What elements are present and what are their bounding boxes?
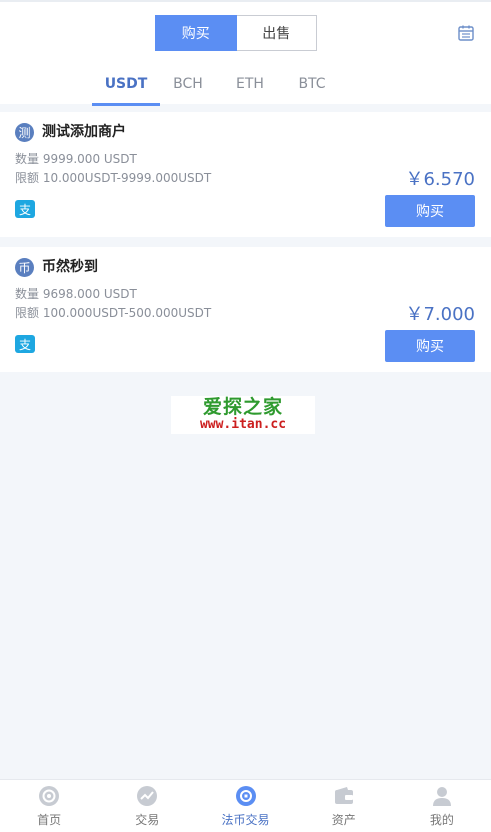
- coin-tabs: USDT BCH ETH BTC: [92, 67, 340, 106]
- tab-eth[interactable]: ETH: [216, 67, 284, 106]
- offer-card: 币 币然秒到 数量 9698.000 USDT 限额 100.000USDT-5…: [0, 247, 491, 372]
- home-icon: [39, 786, 60, 806]
- offer-quantity: 数量 9999.000 USDT: [15, 152, 137, 166]
- nav-trade[interactable]: 交易: [98, 780, 196, 832]
- merchant-name: 测试添加商户: [42, 124, 126, 140]
- nav-home[interactable]: 首页: [0, 780, 98, 832]
- offer-limit: 限额 10.000USDT-9999.000USDT: [15, 171, 212, 185]
- nav-fiat[interactable]: 法币交易: [196, 780, 294, 832]
- tab-btc[interactable]: BTC: [278, 67, 346, 106]
- nav-assets[interactable]: 资产: [295, 780, 393, 832]
- alipay-icon: 支: [15, 200, 35, 218]
- alipay-icon: 支: [15, 335, 35, 353]
- watermark-title: 爱探之家: [202, 396, 283, 418]
- merchant-name: 币然秒到: [42, 259, 98, 275]
- calendar-icon[interactable]: [457, 24, 475, 42]
- offer-card: 测 测试添加商户 数量 9999.000 USDT 限额 10.000USDT-…: [0, 112, 491, 237]
- merchant-avatar-icon: 测: [15, 123, 34, 142]
- bottom-nav: 首页 交易 法币交易 资产 我的: [0, 779, 491, 832]
- buy-sell-toggle: 购买 出售: [155, 15, 317, 51]
- watermark-logo: 爱探之家 www.itan.cc: [171, 396, 315, 434]
- trend-icon: [137, 786, 158, 806]
- nav-label: 资产: [331, 813, 356, 827]
- buy-button[interactable]: 购买: [385, 195, 475, 227]
- offer-quantity: 数量 9698.000 USDT: [15, 287, 137, 301]
- offer-price: ￥7.000: [405, 304, 475, 325]
- sell-tab[interactable]: 出售: [236, 15, 317, 51]
- nav-label: 交易: [135, 813, 160, 827]
- buy-tab[interactable]: 购买: [155, 15, 237, 51]
- merchant-avatar-icon: 币: [15, 258, 34, 277]
- wallet-icon: [334, 787, 353, 804]
- offer-price: ￥6.570: [405, 169, 475, 190]
- nav-label: 法币交易: [221, 813, 270, 827]
- nav-profile[interactable]: 我的: [393, 780, 491, 832]
- top-header: 购买 出售 USDT BCH ETH BTC: [0, 0, 491, 106]
- offer-limit: 限额 100.000USDT-500.000USDT: [15, 306, 212, 320]
- tab-bch[interactable]: BCH: [154, 67, 222, 106]
- user-icon: [432, 787, 451, 806]
- watermark-url: www.itan.cc: [199, 417, 287, 432]
- tab-usdt[interactable]: USDT: [92, 67, 160, 106]
- fiat-icon: [235, 786, 256, 806]
- nav-label: 我的: [429, 813, 454, 827]
- nav-label: 首页: [37, 813, 62, 827]
- buy-button[interactable]: 购买: [385, 330, 475, 362]
